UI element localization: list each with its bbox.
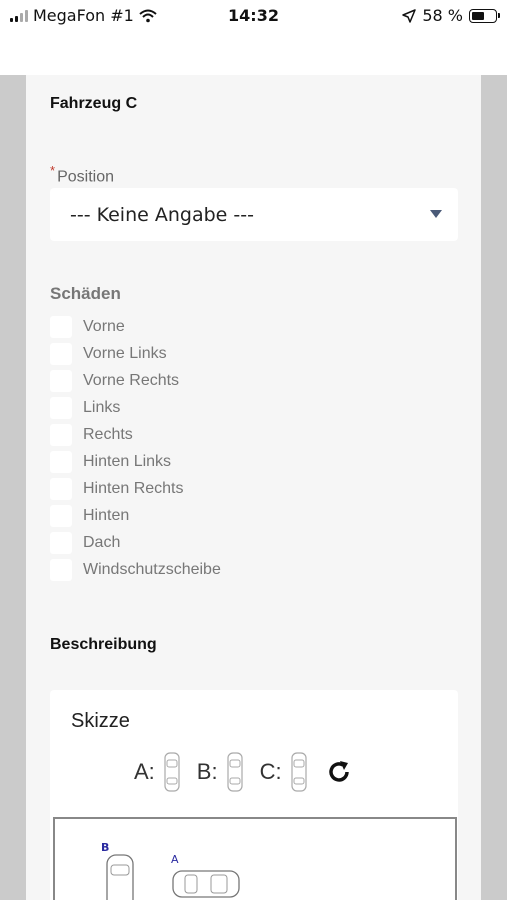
- battery-percent: 58 %: [422, 6, 463, 25]
- car-icon-b[interactable]: [226, 752, 244, 792]
- sketch-label-b: B: [101, 841, 109, 854]
- damage-checkbox[interactable]: [50, 315, 72, 338]
- description-label: Beschreibung: [50, 636, 157, 653]
- damage-option-label: Vorne: [83, 317, 125, 335]
- damage-checkbox[interactable]: [50, 423, 72, 446]
- sketch-drawing: B A: [101, 841, 240, 900]
- damages-checklist: Vorne Vorne Links Vorne Rechts Links Rechts H…: [50, 313, 221, 583]
- position-select-value: --- Keine Angabe ---: [70, 203, 254, 226]
- damage-checkbox[interactable]: [50, 504, 72, 527]
- page-margin-left: [0, 75, 26, 900]
- damage-checkbox[interactable]: [50, 477, 72, 500]
- damage-option[interactable]: Hinten Links: [50, 448, 221, 475]
- damages-label: Schäden: [50, 284, 121, 303]
- damage-checkbox[interactable]: [50, 369, 72, 392]
- location-arrow-icon: [402, 8, 417, 23]
- damage-option-label: Dach: [83, 533, 121, 551]
- damage-checkbox[interactable]: [50, 450, 72, 473]
- damage-checkbox[interactable]: [50, 396, 72, 419]
- damage-checkbox[interactable]: [50, 558, 72, 581]
- required-marker: *: [50, 163, 56, 178]
- sketch-card: Skizze A: B: C: B A: [50, 690, 458, 900]
- vehicle-selector-row: A: B: C:: [134, 752, 352, 792]
- battery-icon: [469, 8, 500, 23]
- vehicle-label-c: C:: [259, 759, 282, 784]
- damage-option-label: Vorne Rechts: [83, 371, 180, 389]
- damage-option[interactable]: Vorne: [50, 313, 221, 340]
- battery-level: [472, 11, 485, 20]
- car-icon-c[interactable]: [290, 752, 308, 792]
- form-panel: Fahrzeug C * Position --- Keine Angabe --…: [26, 75, 481, 900]
- position-label-text: Position: [57, 168, 114, 186]
- damage-option-label: Links: [83, 398, 121, 416]
- damage-checkbox[interactable]: [50, 531, 72, 554]
- damage-option[interactable]: Vorne Rechts: [50, 367, 221, 394]
- page-margin-right: [481, 75, 507, 900]
- position-select[interactable]: --- Keine Angabe ---: [50, 188, 458, 241]
- damage-option-label: Windschutzscheibe: [83, 560, 221, 578]
- car-icon-a[interactable]: [163, 752, 181, 792]
- status-bar: MegaFon #1 14:32 58 %: [0, 0, 507, 34]
- damage-option-label: Hinten Rechts: [83, 479, 184, 497]
- damage-option-label: Rechts: [83, 425, 133, 443]
- damage-option[interactable]: Hinten: [50, 502, 221, 529]
- damage-option[interactable]: Hinten Rechts: [50, 475, 221, 502]
- damage-option-label: Hinten: [83, 506, 130, 524]
- vehicle-label-a: A:: [134, 759, 155, 784]
- car-b-drawing: [106, 854, 134, 900]
- damage-option[interactable]: Windschutzscheibe: [50, 556, 221, 583]
- redo-icon[interactable]: [326, 759, 352, 785]
- damage-option[interactable]: Vorne Links: [50, 340, 221, 367]
- damage-option[interactable]: Links: [50, 394, 221, 421]
- sketch-title: Skizze: [71, 710, 130, 732]
- sketch-label-a: A: [171, 853, 179, 866]
- damage-option[interactable]: Rechts: [50, 421, 221, 448]
- car-a-drawing: [172, 870, 240, 898]
- sketch-canvas[interactable]: B A: [53, 817, 457, 900]
- dropdown-caret-icon: [430, 210, 442, 218]
- section-title: Fahrzeug C: [50, 95, 138, 112]
- damage-option[interactable]: Dach: [50, 529, 221, 556]
- damage-checkbox[interactable]: [50, 342, 72, 365]
- vehicle-label-b: B:: [196, 759, 218, 784]
- status-right: 58 %: [402, 6, 500, 25]
- position-label: * Position: [50, 163, 114, 186]
- damage-option-label: Hinten Links: [83, 452, 172, 470]
- damage-option-label: Vorne Links: [83, 344, 167, 362]
